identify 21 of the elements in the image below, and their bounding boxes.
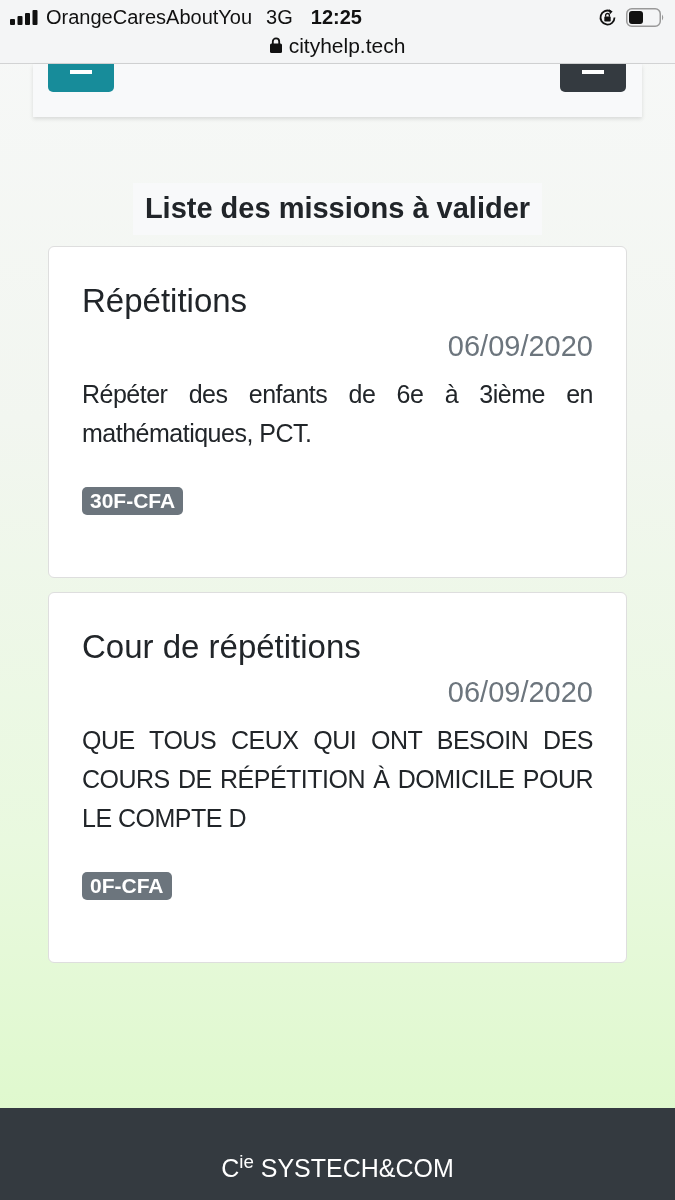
mission-description: Répéter des enfants de 6e à 3ième en mathématiques, PCT. <box>82 379 593 449</box>
rotation-lock-icon <box>598 7 617 27</box>
page-url[interactable]: cityhelp.tech <box>288 33 406 57</box>
page-heading: Liste des missions à valider <box>132 183 543 235</box>
price-badge: 30F-CFA <box>82 487 184 515</box>
price-badge: 0F-CFA <box>82 872 172 900</box>
mission-date: 06/09/2020 <box>446 675 593 709</box>
battery-icon <box>626 7 665 27</box>
menu-icon <box>70 70 92 74</box>
mission-date: 06/09/2020 <box>446 329 593 363</box>
menu-icon <box>582 70 604 74</box>
company-name: C$^{ie}$ SYSTECH&COM <box>221 1153 454 1183</box>
network-type: 3G <box>266 5 293 29</box>
mission-title: Cour de répétitions <box>82 627 362 667</box>
carrier-name: OrangeCaresAboutYou <box>46 5 253 29</box>
lock-icon <box>269 37 282 53</box>
mission-description: QUE TOUS CEUX QUI ONT BESOIN DES COURS DE RÉPÉTITION À DOMICILE POUR LE COMPTE D <box>82 725 593 834</box>
menu-button[interactable] <box>560 64 626 92</box>
mission-title: Répétitions <box>82 281 249 321</box>
clock-time: 12:25 <box>310 5 362 29</box>
signal-icon <box>10 9 38 25</box>
